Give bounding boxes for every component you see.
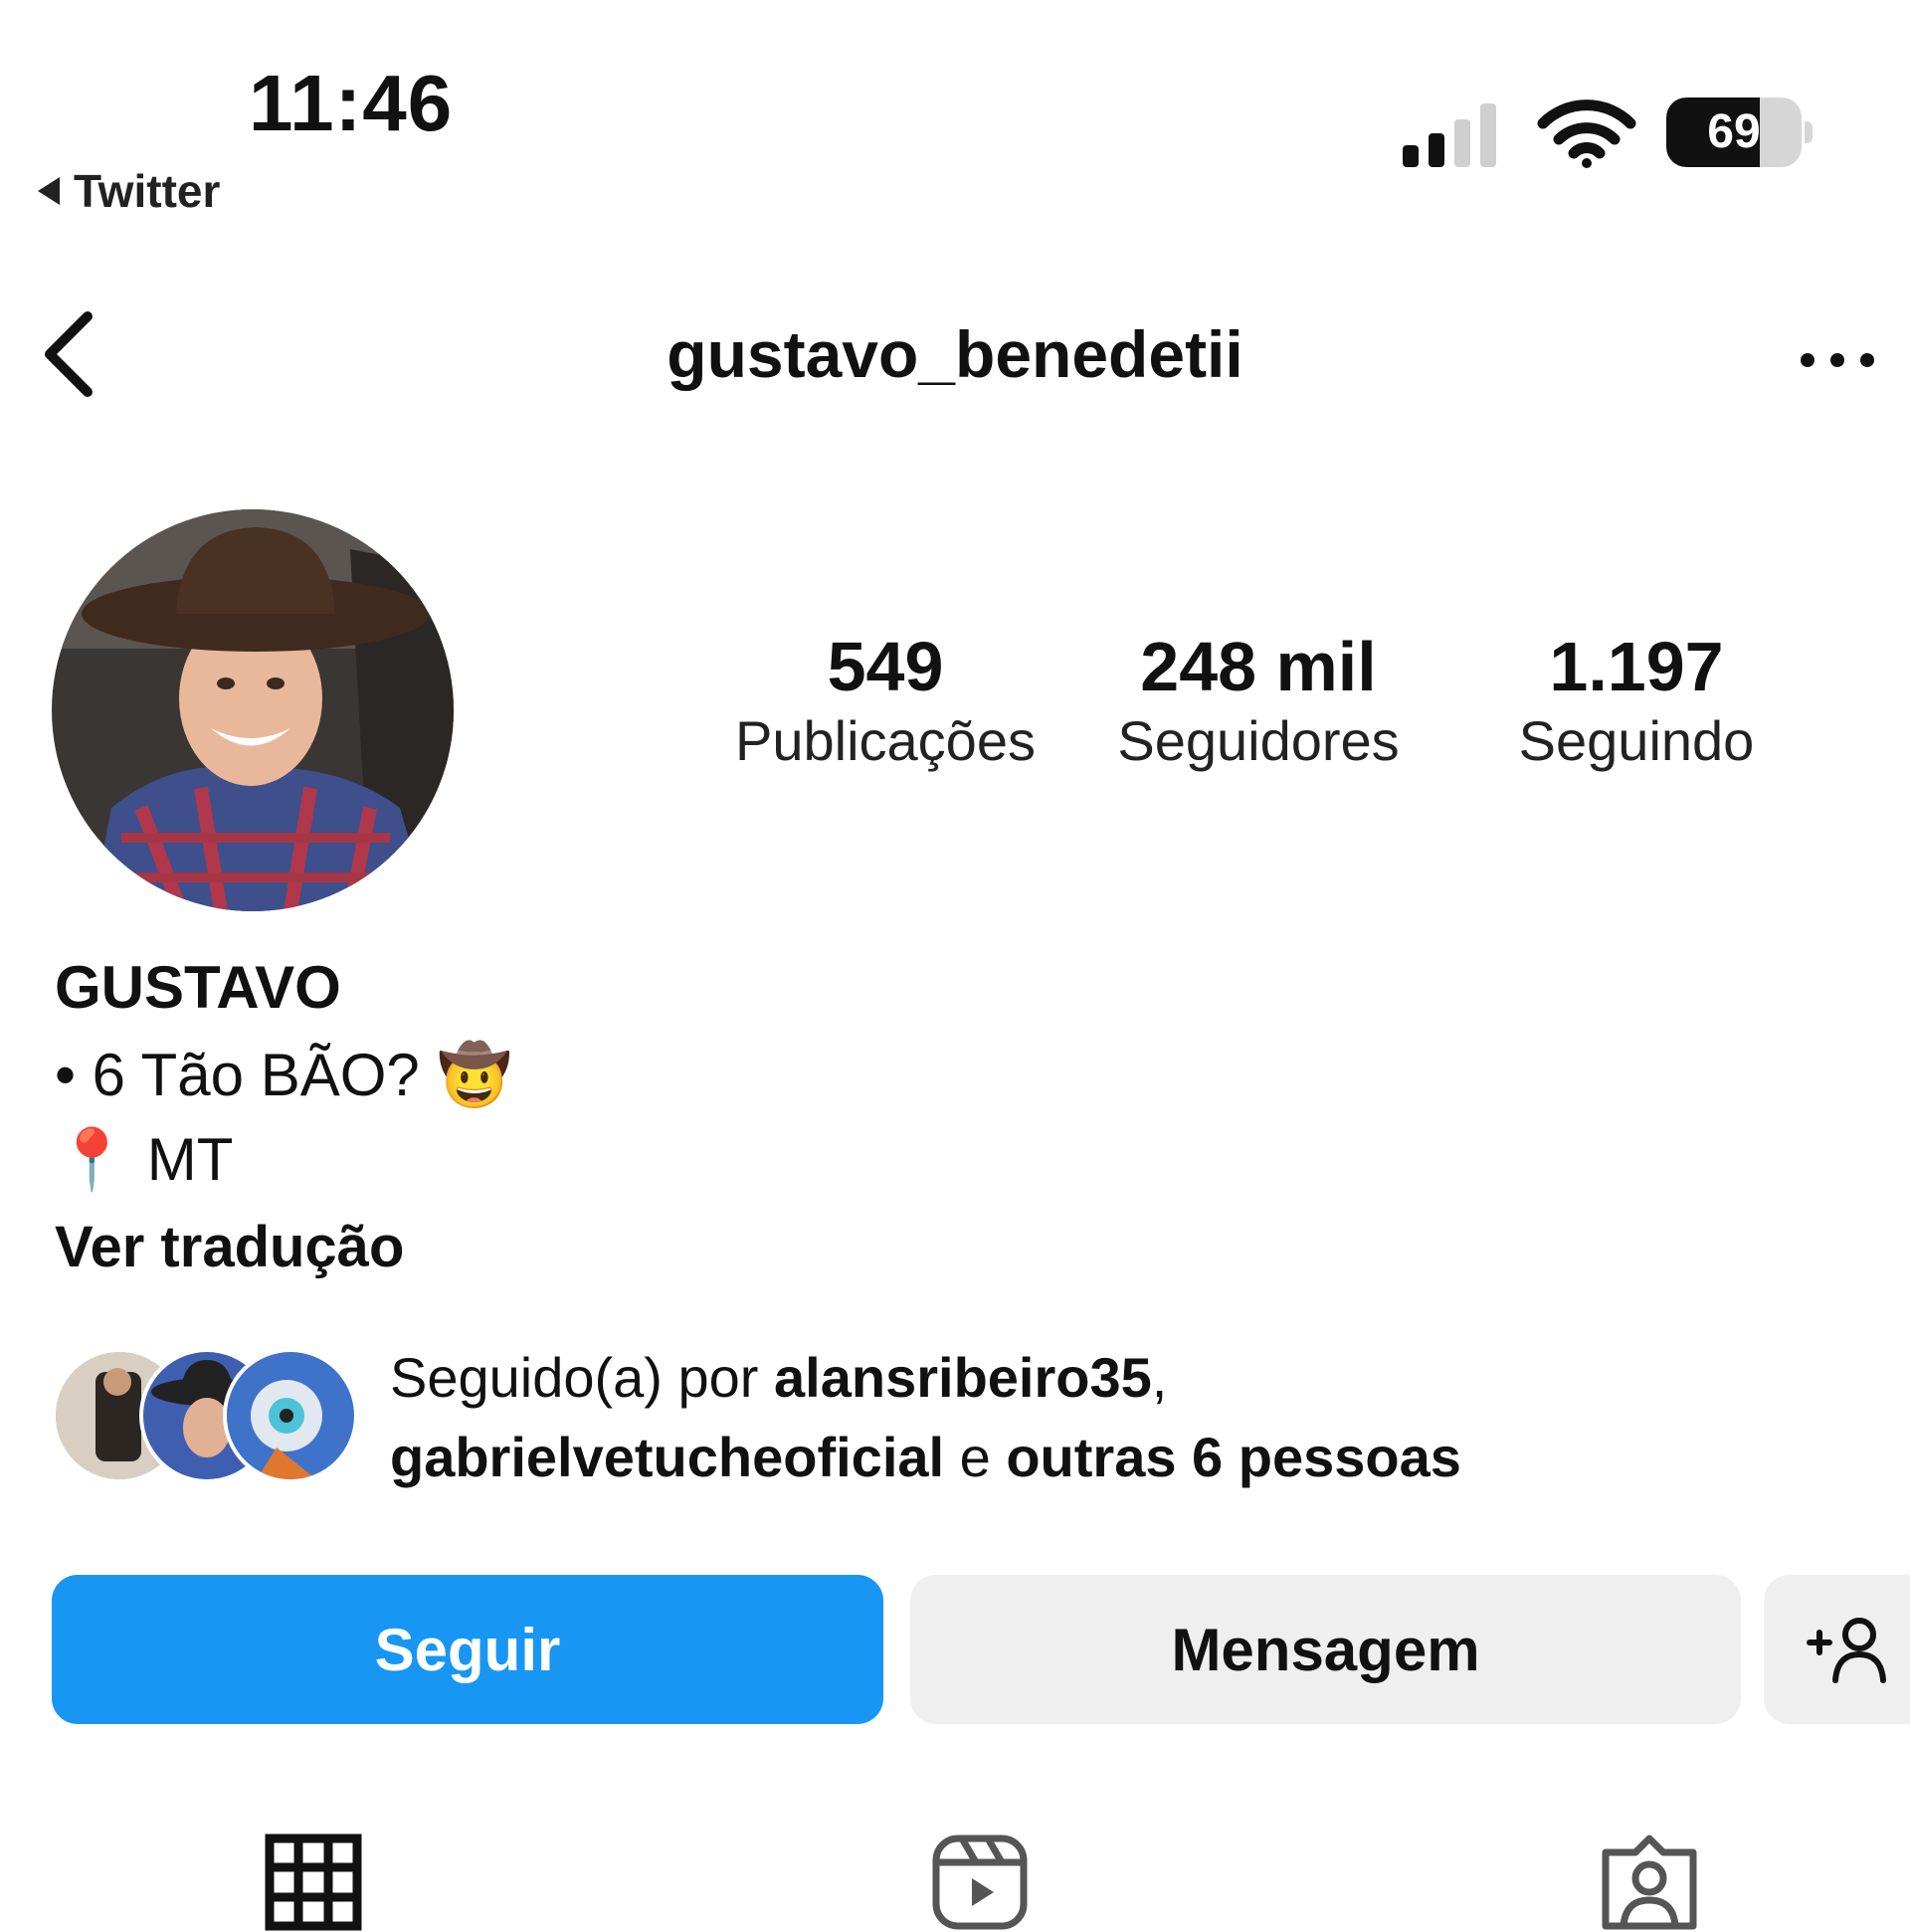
reels-icon[interactable] [930,1833,1030,1932]
followed-by-user-1[interactable]: alansribeiro35 [774,1346,1152,1409]
followed-by-text[interactable]: Seguido(a) por alansribeiro35, gabrielve… [390,1338,1862,1497]
followers-count: 248 mil [1140,628,1377,705]
posts-label: Publicações [735,709,1036,772]
mutual-followers-avatars[interactable] [52,1348,360,1483]
bio-line-1: • 6 Tão BÃO? 🤠 [55,1040,512,1110]
message-button[interactable]: Mensagem [910,1575,1741,1724]
posts-count: 549 [827,628,944,705]
bio-location: MT [146,1126,234,1193]
followed-by-conjunction: e [944,1426,1007,1488]
battery-icon: 69 [1666,97,1815,169]
avatar-photo [52,509,454,911]
bio-line-2: 📍 MT [55,1124,233,1195]
back-triangle-icon [38,177,60,205]
following-label: Seguindo [1518,709,1755,772]
tagged-icon[interactable] [1600,1833,1699,1932]
followed-by-others[interactable]: outras 6 pessoas [1006,1426,1461,1488]
suggested-users-button[interactable] [1764,1575,1910,1724]
bio-text-1: • 6 Tão BÃO? [55,1042,420,1108]
profile-name: GUSTAVO [55,954,341,1021]
status-time: 11:46 [249,59,454,147]
follow-button[interactable]: Seguir [52,1575,883,1724]
pin-emoji: 📍 [55,1126,129,1193]
more-icon[interactable] [1799,350,1876,370]
battery-level: 69 [1707,105,1761,158]
back-to-app-link[interactable]: Twitter [38,164,220,218]
add-person-icon [1807,1618,1886,1683]
grid-icon[interactable] [264,1833,363,1932]
back-app-label: Twitter [74,165,221,217]
cowboy-emoji: 🤠 [437,1042,512,1108]
followed-by-separator: , [1151,1346,1168,1409]
profile-username: gustavo_benedetii [667,317,1243,391]
followed-by-prefix: Seguido(a) por [390,1346,775,1409]
mutual-avatar-3 [223,1348,358,1483]
stat-following[interactable]: 1.197 Seguindo [1447,627,1825,776]
wifi-icon [1537,99,1636,168]
following-count: 1.197 [1549,628,1724,705]
profile-avatar[interactable] [52,509,454,911]
signal-icon [1403,103,1496,167]
see-translation-link[interactable]: Ver tradução [55,1214,404,1280]
followed-by-user-2[interactable]: gabrielvetucheoficial [390,1426,944,1488]
stat-followers[interactable]: 248 mil Seguidores [1069,627,1447,776]
stat-posts[interactable]: 549 Publicações [696,627,1074,776]
followers-label: Seguidores [1117,709,1400,772]
